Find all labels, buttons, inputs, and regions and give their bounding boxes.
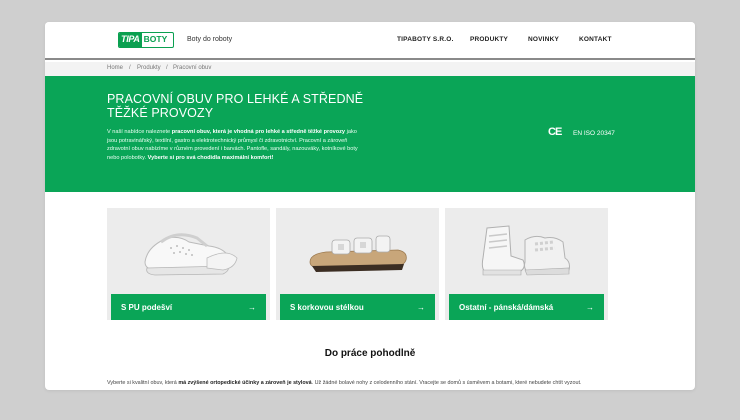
- white-work-boots-image: [481, 225, 570, 276]
- nav-link-company[interactable]: TIPABOTY S.R.O.: [397, 36, 454, 43]
- category-button-cork-insole[interactable]: S korkovou stélkou →: [280, 294, 435, 320]
- category-card-cork-insole[interactable]: S korkovou stélkou →: [276, 208, 439, 320]
- breadcrumb-home[interactable]: Home: [107, 65, 123, 71]
- arrow-right-icon: →: [248, 302, 256, 312]
- section-heading: Do práce pohodlně: [324, 348, 416, 359]
- white-perforated-sandal-image: [144, 233, 238, 276]
- nav-link-products[interactable]: PRODUKTY: [470, 36, 508, 43]
- iso-norm-label: EN ISO 20347: [573, 130, 615, 137]
- hero-text-part: V naší nabídce naleznete: [107, 129, 172, 135]
- hero-text-bold: Vyberte si pro svá chodidla maximální ko…: [147, 154, 274, 161]
- hero-text-bold: pracovní obuv, která je vhodná pro lehké…: [171, 129, 346, 135]
- category-label: S korkovou stélkou: [290, 302, 364, 312]
- category-button-other[interactable]: Ostatní - pánská/dámská →: [449, 294, 604, 320]
- category-label: S PU podešví: [121, 302, 173, 312]
- cork-sandal-image: [309, 235, 407, 272]
- site-header: TIPA BOTY Boty do roboty TIPABOTY S.R.O.…: [45, 22, 695, 60]
- nav-link-news[interactable]: NOVINKY: [528, 36, 559, 43]
- category-card-pu-sole[interactable]: S PU podešví →: [107, 208, 270, 320]
- breadcrumb-current: Pracovní obuv: [173, 65, 212, 71]
- section-description: Vyberte si kvalitní obuv, která má zvýše…: [107, 380, 581, 386]
- browser-window: TIPA BOTY Boty do roboty TIPABOTY S.R.O.…: [45, 22, 695, 390]
- section-text-part: . Už žádné bolavé nohy z celodenního stá…: [311, 380, 582, 386]
- ce-icon: CE: [548, 126, 562, 138]
- category-button-pu-sole[interactable]: S PU podešví →: [111, 294, 266, 320]
- page-title: PRACOVNÍ OBUV PRO LEHKÉ A STŘEDNĚ TĚŽKÉ …: [107, 92, 364, 120]
- section-text-part: Vyberte si kvalitní obuv, která: [107, 380, 179, 386]
- logo-text-left: TIPA: [119, 33, 142, 47]
- breadcrumb-separator: /: [129, 65, 131, 71]
- nav-link-contact[interactable]: KONTAKT: [579, 36, 612, 43]
- hero-banner: PRACOVNÍ OBUV PRO LEHKÉ A STŘEDNĚ TĚŽKÉ …: [45, 76, 695, 192]
- breadcrumb-products[interactable]: Produkty: [137, 65, 161, 71]
- category-card-other[interactable]: Ostatní - pánská/dámská →: [445, 208, 608, 320]
- tipaboty-logo[interactable]: TIPA BOTY: [118, 32, 174, 48]
- breadcrumb: Home / Produkty / Pracovní obuv: [45, 62, 695, 76]
- breadcrumb-separator: /: [166, 65, 168, 71]
- section-text-bold: má zvýšené ortopedické účinky a zároveň …: [178, 380, 312, 386]
- arrow-right-icon: →: [586, 302, 594, 312]
- site-tagline: Boty do roboty: [187, 36, 233, 43]
- hero-description: V naší nabídce naleznete pracovní obuv, …: [107, 128, 365, 162]
- arrow-right-icon: →: [417, 302, 425, 312]
- category-label: Ostatní - pánská/dámská: [459, 302, 554, 312]
- logo-text-right: BOTY: [143, 34, 168, 44]
